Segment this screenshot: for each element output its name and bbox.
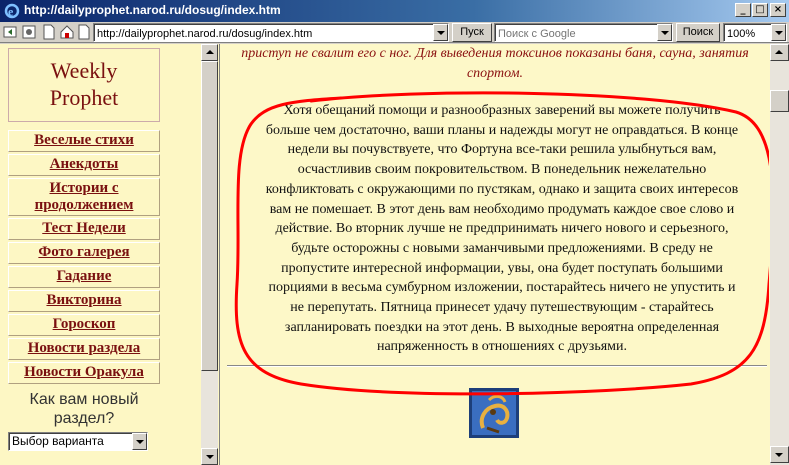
horoscope-text-line: будьте осторожны с новыми заманчивыми пр… xyxy=(291,240,713,256)
horoscope-text-line: конфликтовать с окружающими по пустякам,… xyxy=(265,181,739,197)
zoom-select[interactable] xyxy=(723,23,787,43)
zoom-dropdown-arrow[interactable] xyxy=(771,24,786,41)
sidebar-link[interactable]: Веселые стихи xyxy=(34,132,134,148)
search-dropdown-arrow[interactable] xyxy=(657,24,672,41)
sidebar-link-line-1: Истории с xyxy=(49,180,119,196)
horoscope-text-line: пропустите интересной информации, увы, о… xyxy=(281,260,723,276)
divider xyxy=(227,365,767,367)
sidebar-item-photo-gallery[interactable]: Фото галерея xyxy=(8,242,160,264)
poll-dropdown-arrow[interactable] xyxy=(132,433,147,450)
search-input[interactable] xyxy=(495,25,672,43)
address-dropdown-arrow[interactable] xyxy=(433,24,448,41)
horoscope-text-line: недели вы почувствуете, что Фортуна все-… xyxy=(287,142,717,158)
sidebar-link[interactable]: Фото галерея xyxy=(38,244,129,260)
left-scroll-thumb[interactable] xyxy=(201,61,218,371)
minimize-button[interactable]: _ xyxy=(735,3,751,17)
sidebar-item-quiz[interactable]: Викторина xyxy=(8,290,160,312)
poll-question: Как вам новый раздел? xyxy=(8,390,160,428)
main-scroll-down[interactable] xyxy=(770,446,789,463)
poll-question-line-1: Как вам новый xyxy=(29,391,139,408)
svg-text:e: e xyxy=(8,5,14,19)
page-icon[interactable] xyxy=(41,24,57,40)
sidebar-link-line-2: продолжением xyxy=(34,197,134,213)
capricorn-icon[interactable] xyxy=(469,388,519,438)
sidebar-link[interactable]: Гадание xyxy=(57,268,112,284)
search-button[interactable]: Поиск xyxy=(676,23,720,42)
sidebar-item-weekly-test[interactable]: Тест Недели xyxy=(8,218,160,240)
sidebar-item-horoscope[interactable]: Гороскоп xyxy=(8,314,160,336)
poll-question-line-2: раздел? xyxy=(53,410,115,427)
sidebar-item-serial-stories[interactable]: Истории с продолжением xyxy=(8,178,160,216)
back-icon[interactable] xyxy=(3,24,19,40)
sidebar-link[interactable]: Гороскоп xyxy=(53,316,116,332)
search-box[interactable] xyxy=(494,23,673,43)
horoscope-text-line: запланировать поездки на этот день. В вы… xyxy=(284,319,720,335)
sidebar-nav: Веселые стихи Анекдоты Истории с продолже… xyxy=(8,130,160,384)
sidebar-link[interactable]: Анекдоты xyxy=(50,156,119,172)
left-scroll-down[interactable] xyxy=(201,448,218,465)
horoscope-text-line: напряженность в отношениях с друзьями. xyxy=(376,339,628,355)
horoscope-text-line: не перепутать. Пятница принесет удачу пу… xyxy=(290,300,714,316)
page-content: Weekly Prophet Веселые стихи Анекдоты Ис… xyxy=(0,44,789,465)
sidebar-item-fortune-telling[interactable]: Гадание xyxy=(8,266,160,288)
sidebar-link[interactable]: Викторина xyxy=(46,292,121,308)
logo-line-2: Prophet xyxy=(49,85,119,110)
close-button[interactable]: × xyxy=(770,3,786,17)
window-title: http://dailyprophet.narod.ru/dosug/index… xyxy=(24,3,281,17)
main-scroll-up[interactable] xyxy=(770,44,789,61)
address-input[interactable] xyxy=(94,25,448,43)
poll-select[interactable]: Выбор варианта xyxy=(8,432,148,451)
horoscope-text-line: Хотя обещаний помощи и разнообразных зав… xyxy=(283,103,721,118)
left-frame: Weekly Prophet Веселые стихи Анекдоты Ис… xyxy=(0,44,220,465)
favicon xyxy=(78,24,90,40)
address-bar[interactable] xyxy=(93,23,449,43)
left-scroll-up[interactable] xyxy=(201,44,218,61)
ie-icon: e xyxy=(4,3,20,19)
title-bar: e http://dailyprophet.narod.ru/dosug/ind… xyxy=(0,0,789,22)
horoscope-text-line: больше чем достаточно, ваши планы и наде… xyxy=(265,122,739,138)
go-button[interactable]: Пуск xyxy=(452,23,492,42)
sidebar-item-oracle-news[interactable]: Новости Оракула xyxy=(8,362,160,384)
horoscope-text: Хотя обещаний помощи и разнообразных зав… xyxy=(237,101,767,357)
intro-text: приступ не свалит его с ног. Для выведен… xyxy=(241,46,749,81)
stop-icon[interactable] xyxy=(21,24,37,40)
sidebar-item-funny-poems[interactable]: Веселые стихи xyxy=(8,130,160,152)
sidebar-link[interactable]: Истории с продолжением xyxy=(9,179,159,214)
home-icon[interactable] xyxy=(59,24,75,40)
sidebar-item-section-news[interactable]: Новости раздела xyxy=(8,338,160,360)
sidebar-link[interactable]: Новости Оракула xyxy=(24,364,144,380)
sidebar-link[interactable]: Новости раздела xyxy=(28,340,140,356)
site-logo[interactable]: Weekly Prophet xyxy=(8,48,160,122)
horoscope-text-line: вам не помешает. В этот день вам необход… xyxy=(269,201,735,217)
horoscope-text-line: действие. Во вторник лучше не предприним… xyxy=(275,221,729,237)
sidebar-item-jokes[interactable]: Анекдоты xyxy=(8,154,160,176)
logo-line-1: Weekly xyxy=(50,58,118,83)
left-scrollbar[interactable] xyxy=(201,44,218,465)
sidebar-link[interactable]: Тест Недели xyxy=(42,220,125,236)
horoscope-text-line: порциями в весьма сумбурном изложении, п… xyxy=(268,280,736,296)
main-scrollbar[interactable] xyxy=(770,44,789,465)
main-scroll-thumb[interactable] xyxy=(770,90,789,112)
toolbar: Пуск Поиск xyxy=(0,22,789,43)
browser-window: e http://dailyprophet.narod.ru/dosug/ind… xyxy=(0,0,789,465)
maximize-button[interactable]: □ xyxy=(752,3,768,17)
poll-select-value: Выбор варианта xyxy=(12,434,104,448)
sidebar: Weekly Prophet Веселые стихи Анекдоты Ис… xyxy=(8,48,160,451)
main-frame: приступ не свалит его с ног. Для выведен… xyxy=(221,44,769,465)
horoscope-text-line: осчастливив своим покровительством. В по… xyxy=(297,162,707,178)
